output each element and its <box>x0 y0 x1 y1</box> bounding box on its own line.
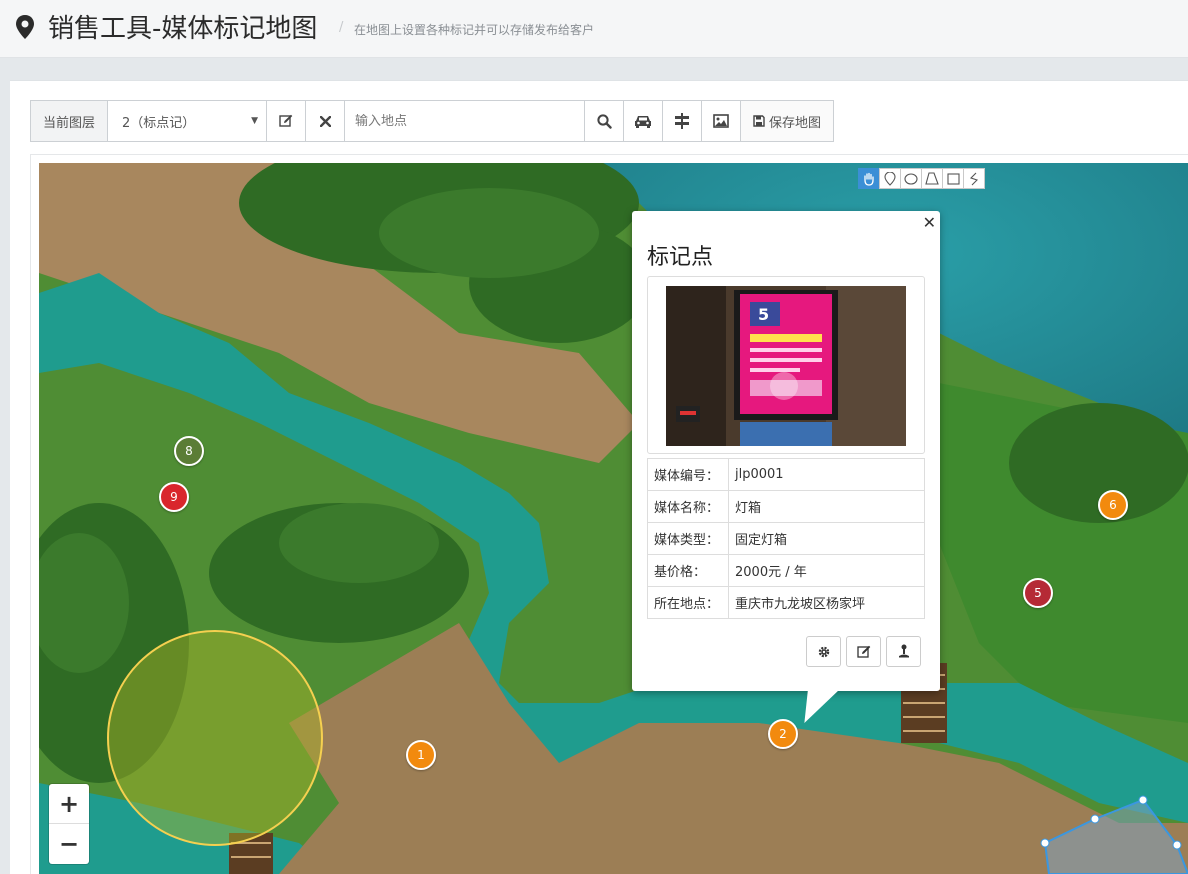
map-canvas[interactable]: 1 2 5 6 8 9 + − ✕ 标记点 5 媒体编号： jlp0001 媒体… <box>39 163 1188 874</box>
map-toolbar: 当前图层 2（标点记） ▼ 输入地点 保存地图 <box>30 100 834 142</box>
settings-button[interactable] <box>806 636 841 667</box>
polyline-icon <box>969 172 979 185</box>
draw-hand-tool[interactable] <box>858 168 880 189</box>
circle-icon <box>904 172 918 185</box>
info-value: 灯箱 <box>728 490 925 523</box>
save-map-button[interactable]: 保存地图 <box>741 101 833 141</box>
driving-route-button[interactable] <box>624 101 663 141</box>
image-icon <box>713 114 729 128</box>
draw-polygon-tool[interactable] <box>921 168 943 189</box>
info-key: 所在地点： <box>647 586 729 619</box>
edit-icon <box>279 114 293 127</box>
directions-sign-button[interactable] <box>663 101 702 141</box>
zoom-in-button[interactable]: + <box>49 784 89 824</box>
info-row-media-name: 媒体名称： 灯箱 <box>647 490 925 523</box>
draw-rectangle-tool[interactable] <box>942 168 964 189</box>
floppy-disk-icon <box>753 115 765 127</box>
media-photo-frame: 5 <box>647 276 925 454</box>
rectangle-icon <box>946 172 960 185</box>
caret-down-icon: ▼ <box>251 116 258 126</box>
layer-select[interactable]: 2（标点记） ▼ <box>108 101 267 141</box>
info-row-media-id: 媒体编号： jlp0001 <box>647 458 925 491</box>
info-value: 重庆市九龙坡区杨家坪 <box>728 586 925 619</box>
car-icon <box>635 116 651 128</box>
marker-icon <box>884 171 896 186</box>
map-marker-9[interactable]: 9 <box>159 482 189 512</box>
gear-icon <box>818 646 829 657</box>
media-info-table: 媒体编号： jlp0001 媒体名称： 灯箱 媒体类型： 固定灯箱 基价格： 2… <box>647 458 925 619</box>
location-search-input[interactable] <box>355 113 580 129</box>
search-button[interactable] <box>585 101 624 141</box>
polygon-icon <box>925 172 939 185</box>
info-key: 基价格： <box>647 554 729 587</box>
info-value: jlp0001 <box>728 458 925 491</box>
layer-label: 当前图层 <box>31 101 108 141</box>
marker-info-popup: ✕ 标记点 5 媒体编号： jlp0001 媒体名称： 灯箱 媒体类型： 固定灯… <box>632 211 940 723</box>
search-icon <box>596 113 612 129</box>
popup-actions <box>806 636 921 667</box>
map-marker-5[interactable]: 5 <box>1023 578 1053 608</box>
zoom-out-button[interactable]: − <box>49 824 89 864</box>
map-marker-8[interactable]: 8 <box>174 436 204 466</box>
close-icon <box>319 115 331 127</box>
delete-layer-button[interactable] <box>306 101 345 141</box>
draw-marker-tool[interactable] <box>879 168 901 189</box>
info-row-base-price: 基价格： 2000元 / 年 <box>647 554 925 587</box>
image-button[interactable] <box>702 101 741 141</box>
photo-sign-number: 5 <box>758 305 769 324</box>
info-key: 媒体编号： <box>647 458 729 491</box>
location-search-box[interactable] <box>345 101 585 141</box>
draw-polyline-tool[interactable] <box>963 168 985 189</box>
info-key: 媒体名称： <box>647 490 729 523</box>
popup-title: 标记点 <box>647 245 714 270</box>
signpost-icon <box>675 113 689 129</box>
page-subtitle: 在地图上设置各种标记并可以存储发布给客户 <box>354 23 595 37</box>
info-row-media-type: 媒体类型： 固定灯箱 <box>647 522 925 555</box>
edit-icon <box>856 645 870 658</box>
info-value: 固定灯箱 <box>728 522 925 555</box>
map-marker-2[interactable]: 2 <box>768 719 798 749</box>
map-marker-1[interactable]: 1 <box>406 740 436 770</box>
zoom-control: + − <box>49 784 89 864</box>
popup-close-button[interactable]: ✕ <box>923 213 936 232</box>
map-pin-icon <box>16 15 34 39</box>
layer-select-value: 2（标点记） <box>122 115 196 131</box>
page-header: 销售工具-媒体标记地图 / 在地图上设置各种标记并可以存储发布给客户 <box>0 0 1188 58</box>
page-title: 销售工具-媒体标记地图 <box>48 14 318 44</box>
info-row-location: 所在地点： 重庆市九龙坡区杨家坪 <box>647 586 925 619</box>
info-value: 2000元 / 年 <box>728 554 925 587</box>
info-key: 媒体类型： <box>647 522 729 555</box>
drawing-toolbar <box>858 168 985 189</box>
edit-layer-button[interactable] <box>267 101 306 141</box>
title-separator: / <box>339 20 344 35</box>
media-photo[interactable]: 5 <box>666 286 906 446</box>
save-map-label: 保存地图 <box>768 115 821 131</box>
draw-circle-tool[interactable] <box>900 168 922 189</box>
edit-marker-button[interactable] <box>846 636 881 667</box>
map-marker-6[interactable]: 6 <box>1098 490 1128 520</box>
hand-icon <box>864 172 874 186</box>
lightbox-photo-illustration: 5 <box>666 286 906 446</box>
map-terrain <box>39 163 1188 874</box>
pushpin-icon <box>898 644 909 658</box>
pin-marker-button[interactable] <box>886 636 921 667</box>
